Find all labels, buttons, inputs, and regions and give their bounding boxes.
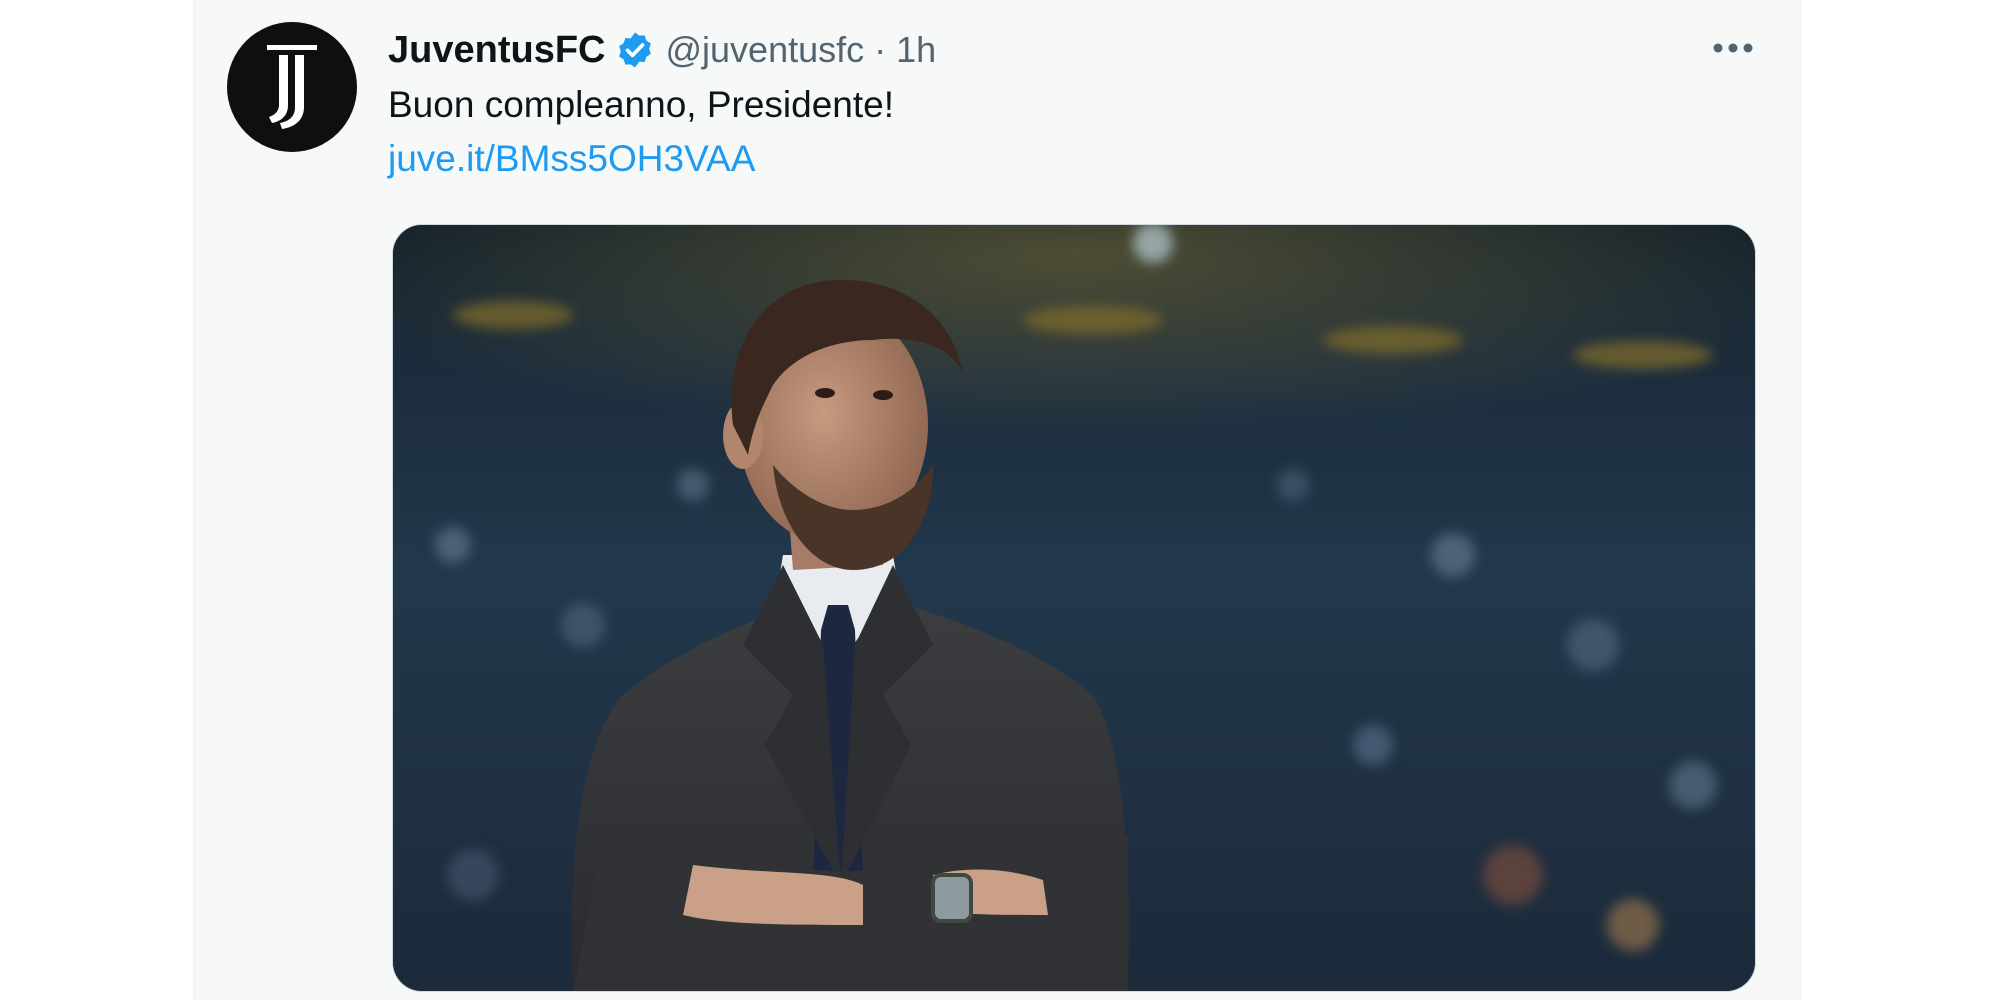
tweet-media-photo[interactable] bbox=[392, 224, 1756, 992]
avatar[interactable] bbox=[227, 22, 357, 152]
tweet-text: Buon compleanno, Presidente! bbox=[388, 84, 895, 125]
tweet-link[interactable]: juve.it/BMss5OH3VAA bbox=[388, 138, 755, 180]
juventus-logo-icon bbox=[267, 45, 317, 129]
author-name[interactable]: JuventusFC bbox=[388, 29, 605, 72]
verified-badge-icon bbox=[615, 30, 655, 70]
author-handle[interactable]: @juventusfc bbox=[665, 29, 864, 71]
tweet-header: JuventusFC @juventusfc · 1h bbox=[388, 24, 936, 76]
tweet-timestamp[interactable]: 1h bbox=[896, 29, 936, 71]
more-options-icon[interactable] bbox=[1705, 30, 1761, 66]
photo-image bbox=[393, 225, 1755, 991]
separator-dot: · bbox=[874, 29, 887, 70]
